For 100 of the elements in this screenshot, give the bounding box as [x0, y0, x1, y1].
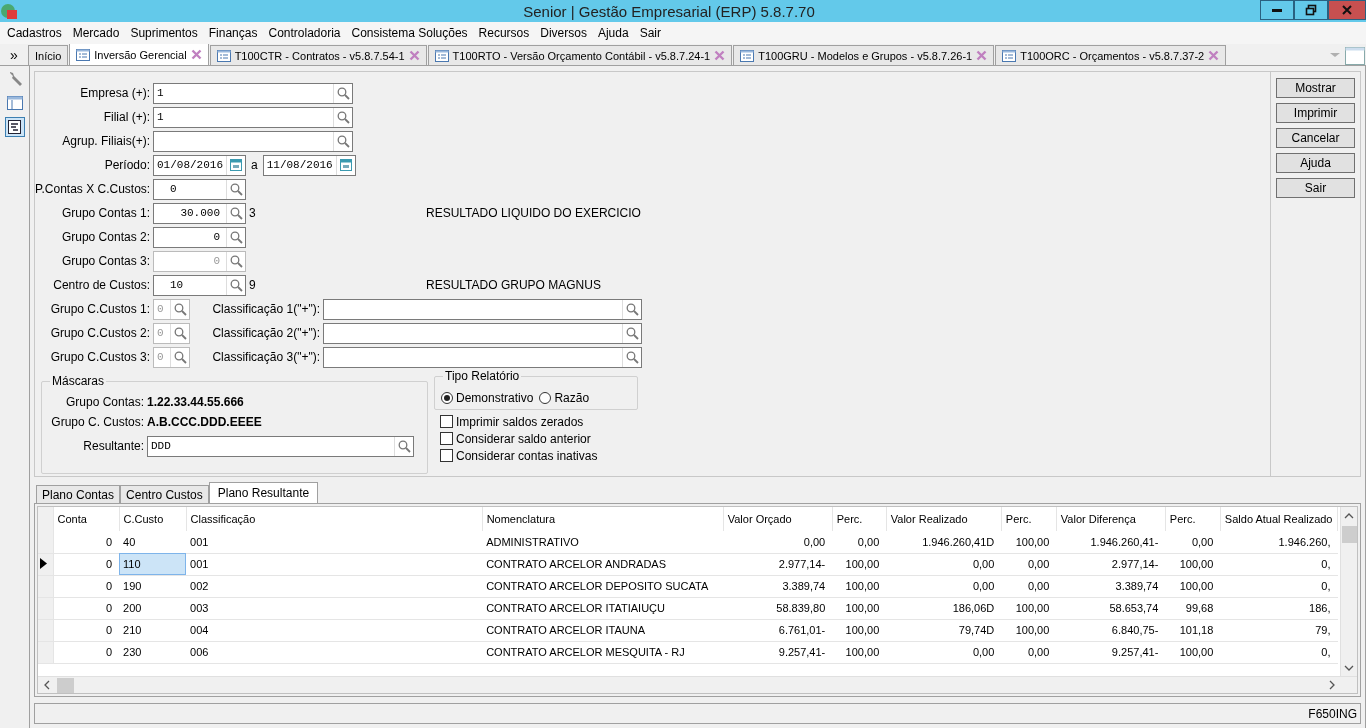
menu-item[interactable]: Diversos [535, 26, 592, 40]
radio-button[interactable]: Razão [539, 391, 590, 405]
menu-item[interactable]: Mercado [67, 26, 125, 40]
search-icon[interactable] [336, 110, 350, 124]
scroll-up-icon[interactable] [1344, 512, 1354, 519]
lookup-field[interactable] [153, 130, 353, 152]
close-icon[interactable] [714, 50, 726, 61]
close-icon[interactable] [976, 50, 988, 61]
search-icon[interactable] [173, 350, 187, 364]
lookup-field[interactable]: 10 [153, 274, 246, 296]
checkbox[interactable]: Considerar contas inativas [440, 447, 638, 464]
column-header[interactable]: Valor Realizado [886, 507, 1002, 531]
tab[interactable]: T100ORC - Orçamentos - v5.8.7.37-2 [995, 45, 1227, 65]
action-button[interactable]: Sair [1276, 178, 1355, 198]
action-button[interactable]: Cancelar [1276, 128, 1355, 148]
menu-item[interactable]: Suprimentos [125, 26, 203, 40]
field-label: Agrup. Filiais(+): [61, 134, 151, 148]
lookup-field[interactable]: DDD [147, 435, 414, 457]
action-button[interactable]: Mostrar [1276, 78, 1355, 98]
table-cell: 101,18 [1165, 619, 1221, 641]
minimize-button[interactable] [1260, 0, 1294, 20]
form-icon [76, 48, 91, 61]
tab[interactable]: T100RTO - Versão Orçamento Contábil - v5.8.7.24-1 [427, 45, 733, 65]
table-cell: 3.389,74 [1056, 575, 1166, 597]
tab[interactable]: Inversão Gerencial [69, 44, 209, 65]
lookup-field[interactable]: 1 [153, 106, 353, 128]
lookup-field[interactable] [323, 298, 642, 320]
scroll-thumb[interactable] [57, 677, 74, 693]
column-header[interactable]: Perc. [1165, 507, 1221, 531]
search-icon[interactable] [625, 302, 639, 316]
table-cell: ADMINISTRATIVO [482, 531, 724, 553]
lookup-field[interactable]: 0 [153, 178, 246, 200]
column-header[interactable]: Perc. [832, 507, 887, 531]
search-icon[interactable] [173, 302, 187, 316]
column-header[interactable]: C.Custo [119, 507, 187, 531]
date-field[interactable]: 11/08/2016 [262, 154, 356, 176]
checkbox[interactable]: Imprimir saldos zerados [440, 413, 638, 430]
search-icon[interactable] [336, 86, 350, 100]
tab[interactable]: Plano Contas [36, 485, 121, 503]
search-icon[interactable] [229, 182, 243, 196]
calendar-icon[interactable] [339, 159, 352, 171]
close-icon[interactable] [1208, 50, 1220, 61]
tab[interactable]: Centro Custos [120, 485, 209, 503]
tab[interactable]: T100CTR - Contratos - v5.8.7.54-1 [209, 45, 427, 65]
search-icon[interactable] [397, 439, 411, 453]
close-icon[interactable] [190, 49, 202, 60]
search-icon[interactable] [229, 230, 243, 244]
lookup-field[interactable] [323, 346, 642, 368]
column-header[interactable]: Valor Orçado [723, 507, 833, 531]
tab[interactable]: Início [28, 45, 69, 65]
date-field[interactable]: 01/08/2016 [153, 154, 246, 176]
close-icon[interactable] [408, 50, 420, 61]
radio-button[interactable]: Demonstrativo [441, 391, 534, 405]
column-header[interactable]: Conta [53, 507, 119, 531]
restore-button[interactable] [1294, 0, 1328, 20]
search-icon[interactable] [336, 134, 350, 148]
column-header[interactable]: Perc. [1001, 507, 1057, 531]
lookup-field[interactable]: 0 [153, 226, 246, 248]
calendar-icon[interactable] [230, 159, 242, 171]
vertical-scrollbar[interactable] [1340, 507, 1357, 676]
tab[interactable]: Plano Resultante [208, 482, 319, 503]
search-icon[interactable] [229, 206, 243, 220]
tab-list-icon[interactable] [1328, 47, 1366, 65]
search-icon[interactable] [229, 278, 243, 292]
field-label: a [250, 158, 259, 172]
action-button[interactable]: Imprimir [1276, 103, 1355, 123]
search-icon[interactable] [625, 350, 639, 364]
table-cell: 110 [119, 553, 187, 575]
column-header[interactable]: Saldo Atual Realizado [1220, 507, 1338, 531]
menu-item[interactable]: Cadastros [2, 26, 67, 40]
toolbar-button[interactable] [4, 117, 25, 137]
lookup-field[interactable]: 30.000 [153, 202, 246, 224]
table-cell: 100,00 [832, 641, 887, 663]
table-cell: 1.946.260,41D [886, 531, 1002, 553]
table-cell: 004 [186, 619, 483, 641]
scroll-right-icon[interactable] [1328, 680, 1335, 690]
table-cell: 0, [1220, 553, 1338, 575]
menu-item[interactable]: Finanças [203, 26, 263, 40]
search-icon[interactable] [625, 326, 639, 340]
action-button[interactable]: Ajuda [1276, 153, 1355, 173]
menu-item[interactable]: Consistema Soluções [346, 26, 473, 40]
menu-item[interactable]: Sair [634, 26, 666, 40]
field-label: Grupo Contas: [64, 395, 145, 409]
lookup-field[interactable]: 1 [153, 82, 353, 104]
column-header[interactable]: Valor Diferença [1056, 507, 1166, 531]
menu-item[interactable]: Recursos [473, 26, 535, 40]
column-header[interactable]: Classificação [186, 507, 483, 531]
checkbox[interactable]: Considerar saldo anterior [440, 430, 638, 447]
column-header[interactable]: Nomenclatura [482, 507, 724, 531]
expand-toggle[interactable]: » [0, 46, 28, 63]
close-button[interactable] [1328, 0, 1366, 20]
search-icon[interactable] [173, 326, 187, 340]
menu-item[interactable]: Controladoria [263, 26, 346, 40]
horizontal-scrollbar[interactable] [38, 676, 1357, 693]
scroll-down-icon[interactable] [1344, 664, 1354, 671]
menu-item[interactable]: Ajuda [592, 26, 634, 40]
tab[interactable]: T100GRU - Modelos e Grupos - v5.8.7.26-1 [733, 45, 995, 65]
scroll-thumb[interactable] [1341, 526, 1357, 543]
scroll-left-icon[interactable] [43, 680, 50, 690]
lookup-field[interactable] [323, 322, 642, 344]
